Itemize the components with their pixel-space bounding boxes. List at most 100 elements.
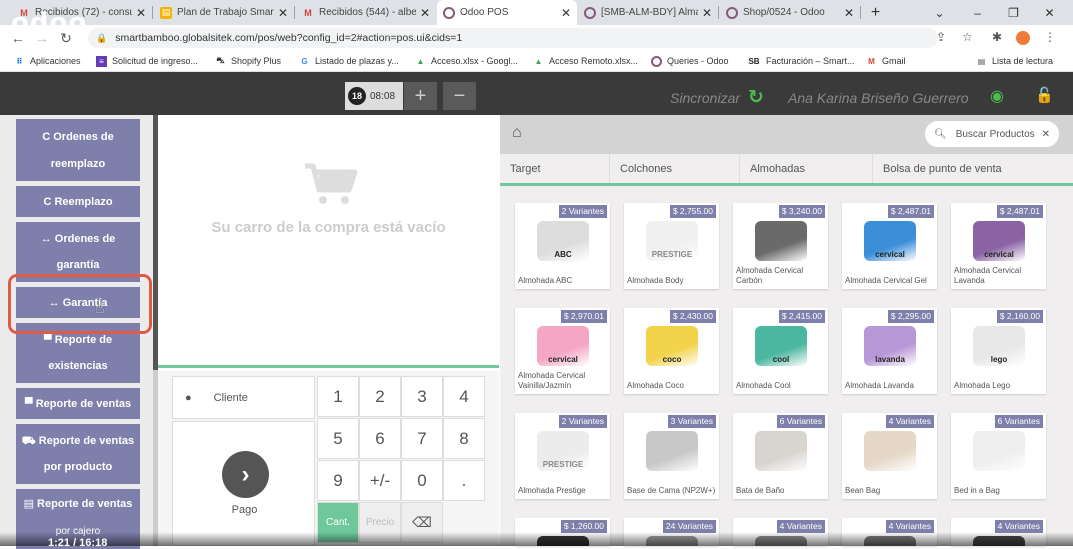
bookmark-item[interactable]: ▲ Acceso.xlsx - Googl... <box>415 56 519 67</box>
home-icon[interactable]: ⌂ <box>512 124 522 142</box>
remove-order-button[interactable]: − <box>443 82 476 110</box>
tab-search-button[interactable]: ⌄ <box>922 0 957 25</box>
numpad-key-dot[interactable]: . <box>443 460 485 501</box>
cashier-name[interactable]: Ana Karina Briseño Guerrero <box>788 90 969 106</box>
product-card[interactable]: cool $ 2,415.00 Almohada Cool <box>733 308 828 394</box>
product-card[interactable]: 4 Variantes Bean Bag <box>842 413 937 499</box>
sync-icon[interactable]: ↻ <box>748 86 764 109</box>
numpad-key-1[interactable]: 1 <box>317 376 359 417</box>
bookmark-item[interactable]: ≡ Solicitud de ingreso... <box>96 55 199 67</box>
warranty-orders-button[interactable]: ↔ Ordenes de garantía <box>16 222 140 282</box>
bookmark-item[interactable]: G Listado de plazas y... <box>299 56 399 67</box>
bookmark-label: Acceso.xlsx - Googl... <box>431 56 519 66</box>
close-tab-icon[interactable]: ✕ <box>702 6 712 20</box>
product-name: Almohada Coco <box>627 381 684 390</box>
bookmark-label: Solicitud de ingreso... <box>112 56 199 66</box>
product-card[interactable]: coco $ 2,430.00 Almohada Coco <box>624 308 719 394</box>
category-almohadas[interactable]: Almohadas <box>740 154 873 183</box>
profile-avatar[interactable] <box>1016 31 1030 45</box>
replacement-orders-button[interactable]: C Ordenes de reemplazo <box>16 119 140 181</box>
reading-list-button[interactable]: ▤ Lista de lectura <box>976 56 1053 67</box>
bookmark-item[interactable]: ⠿ Aplicaciones <box>14 56 81 67</box>
card-icon: ▤ <box>23 498 34 510</box>
bookmark-label: Aplicaciones <box>30 56 81 66</box>
user-icon: ● <box>185 391 192 404</box>
apps-grid-icon: ⠿ <box>16 56 23 66</box>
payment-button[interactable]: › Pago <box>172 421 315 546</box>
category-target[interactable]: Target <box>500 154 610 183</box>
browser-tab[interactable]: Shop/0524 - Odoo ✕ <box>720 0 860 25</box>
address-bar-row: ← → ↻ 🔒 smartbamboo.globalsitek.com/pos/… <box>0 25 1073 51</box>
browser-tab-bar: M Recibidos (72) - consu ✕ ▤ Plan de Tra… <box>0 0 1073 25</box>
product-card[interactable]: lavanda $ 2,295.00 Almohada Lavanda <box>842 308 937 394</box>
minimize-button[interactable]: – <box>960 0 995 25</box>
drive-icon: ▲ <box>416 56 425 66</box>
replacement-button[interactable]: C Reemplazo <box>16 186 140 217</box>
bookmark-item[interactable]: Queries - Odoo <box>651 55 729 67</box>
bookmark-item[interactable]: ▲ Acceso Remoto.xlsx... <box>533 56 639 67</box>
product-card[interactable]: PRESTIGE $ 2,755.00 Almohada Body <box>624 203 719 289</box>
close-tab-icon[interactable]: ✕ <box>278 6 288 20</box>
close-tab-icon[interactable]: ✕ <box>844 6 854 20</box>
product-card[interactable]: 6 Variantes Bed in a Bag <box>951 413 1046 499</box>
sales-by-product-report-button[interactable]: ⛟ Reporte de ventas por producto <box>16 424 140 484</box>
product-card[interactable]: 6 Variantes Bata de Baño <box>733 413 828 499</box>
sales-report-button[interactable]: ▀ Reporte de ventas <box>16 388 140 419</box>
bookmark-star-icon[interactable]: ☆ <box>962 30 973 44</box>
browser-tab-active[interactable]: Odoo POS ✕ <box>437 0 577 25</box>
numpad-key-plus-minus[interactable]: +/- <box>359 460 401 501</box>
numpad-key-6[interactable]: 6 <box>359 418 401 459</box>
browser-tab[interactable]: [SMB-ALM-BDY] Alma ✕ <box>578 0 718 25</box>
numpad-key-4[interactable]: 4 <box>443 376 485 417</box>
close-window-button[interactable]: ✕ <box>1032 0 1067 25</box>
browser-tab[interactable]: M Recibidos (544) - albe ✕ <box>296 0 436 25</box>
numpad-key-9[interactable]: 9 <box>317 460 359 501</box>
extensions-icon[interactable]: ✱ <box>992 30 1002 44</box>
category-bolsa[interactable]: Bolsa de punto de venta <box>873 154 1073 183</box>
clear-search-icon[interactable]: ✕ <box>1042 129 1050 140</box>
form-icon: ≡ <box>96 55 107 67</box>
numpad-key-2[interactable]: 2 <box>359 376 401 417</box>
unlock-icon[interactable]: 🔓 <box>1035 86 1054 104</box>
sidebar-button-label2: por producto <box>43 461 113 473</box>
bookmark-item[interactable]: SB Facturación – Smart... <box>747 56 854 67</box>
numpad-key-3[interactable]: 3 <box>401 376 443 417</box>
close-tab-icon[interactable]: ✕ <box>561 6 571 20</box>
numpad-key-8[interactable]: 8 <box>443 418 485 459</box>
search-products-field[interactable]: 🔍︎ Buscar Productos ✕ <box>925 121 1059 147</box>
product-card[interactable]: ABC 2 Variantes Almohada ABC <box>515 203 610 289</box>
product-price-badge: $ 2,295.00 <box>887 310 934 323</box>
product-card[interactable]: cervical $ 2,487.01 Almohada Cervical Lava… <box>951 203 1046 289</box>
product-image: cervical <box>537 326 589 366</box>
product-name: Almohada Lego <box>954 381 1011 390</box>
docs-icon: ▤ <box>160 6 172 19</box>
numpad-key-0[interactable]: 0 <box>401 460 443 501</box>
product-card[interactable]: $ 3,240.00 Almohada Cervical Carbón <box>733 203 828 289</box>
numpad-key-7[interactable]: 7 <box>401 418 443 459</box>
share-icon[interactable]: ⇪ <box>936 30 946 44</box>
new-tab-button[interactable]: + <box>858 0 893 25</box>
sb-icon: SB <box>748 56 760 66</box>
browser-tab[interactable]: ▤ Plan de Trabajo Smart ✕ <box>154 0 294 25</box>
add-order-button[interactable]: + <box>404 82 437 110</box>
bookmark-item[interactable]: ⛍ Shopify Plus <box>215 56 281 67</box>
product-card[interactable]: lego $ 2,160.00 Almohada Lego <box>951 308 1046 394</box>
close-tab-icon[interactable]: ✕ <box>420 6 430 20</box>
product-card[interactable]: cervical $ 2,970.01 Almohada Cervical Vain… <box>515 308 610 394</box>
sync-label[interactable]: Sincronizar <box>670 90 740 106</box>
browser-tab-title: Odoo POS <box>460 7 509 18</box>
close-tab-icon[interactable]: ✕ <box>136 6 146 20</box>
menu-icon[interactable]: ⋮ <box>1044 30 1056 44</box>
bookmark-item[interactable]: M Gmail <box>866 56 905 67</box>
video-controls-overlay <box>0 532 1073 546</box>
product-card[interactable]: cervical $ 2,487.01 Almohada Cervical Gel <box>842 203 937 289</box>
product-card[interactable]: 3 Variantes Base de Cama (NP2W+) <box>624 413 719 499</box>
product-card[interactable]: PRESTIGE 2 Variantes Almohada Prestige <box>515 413 610 499</box>
numpad-key-5[interactable]: 5 <box>317 418 359 459</box>
customer-button[interactable]: ● Cliente <box>172 376 315 419</box>
order-tab[interactable]: 18 08:08 <box>345 82 403 110</box>
url-field[interactable]: 🔒 smartbamboo.globalsitek.com/pos/web?co… <box>88 28 938 48</box>
category-colchones[interactable]: Colchones <box>610 154 740 183</box>
product-image: cervical <box>973 221 1025 261</box>
restore-button[interactable]: ❐ <box>996 0 1031 25</box>
